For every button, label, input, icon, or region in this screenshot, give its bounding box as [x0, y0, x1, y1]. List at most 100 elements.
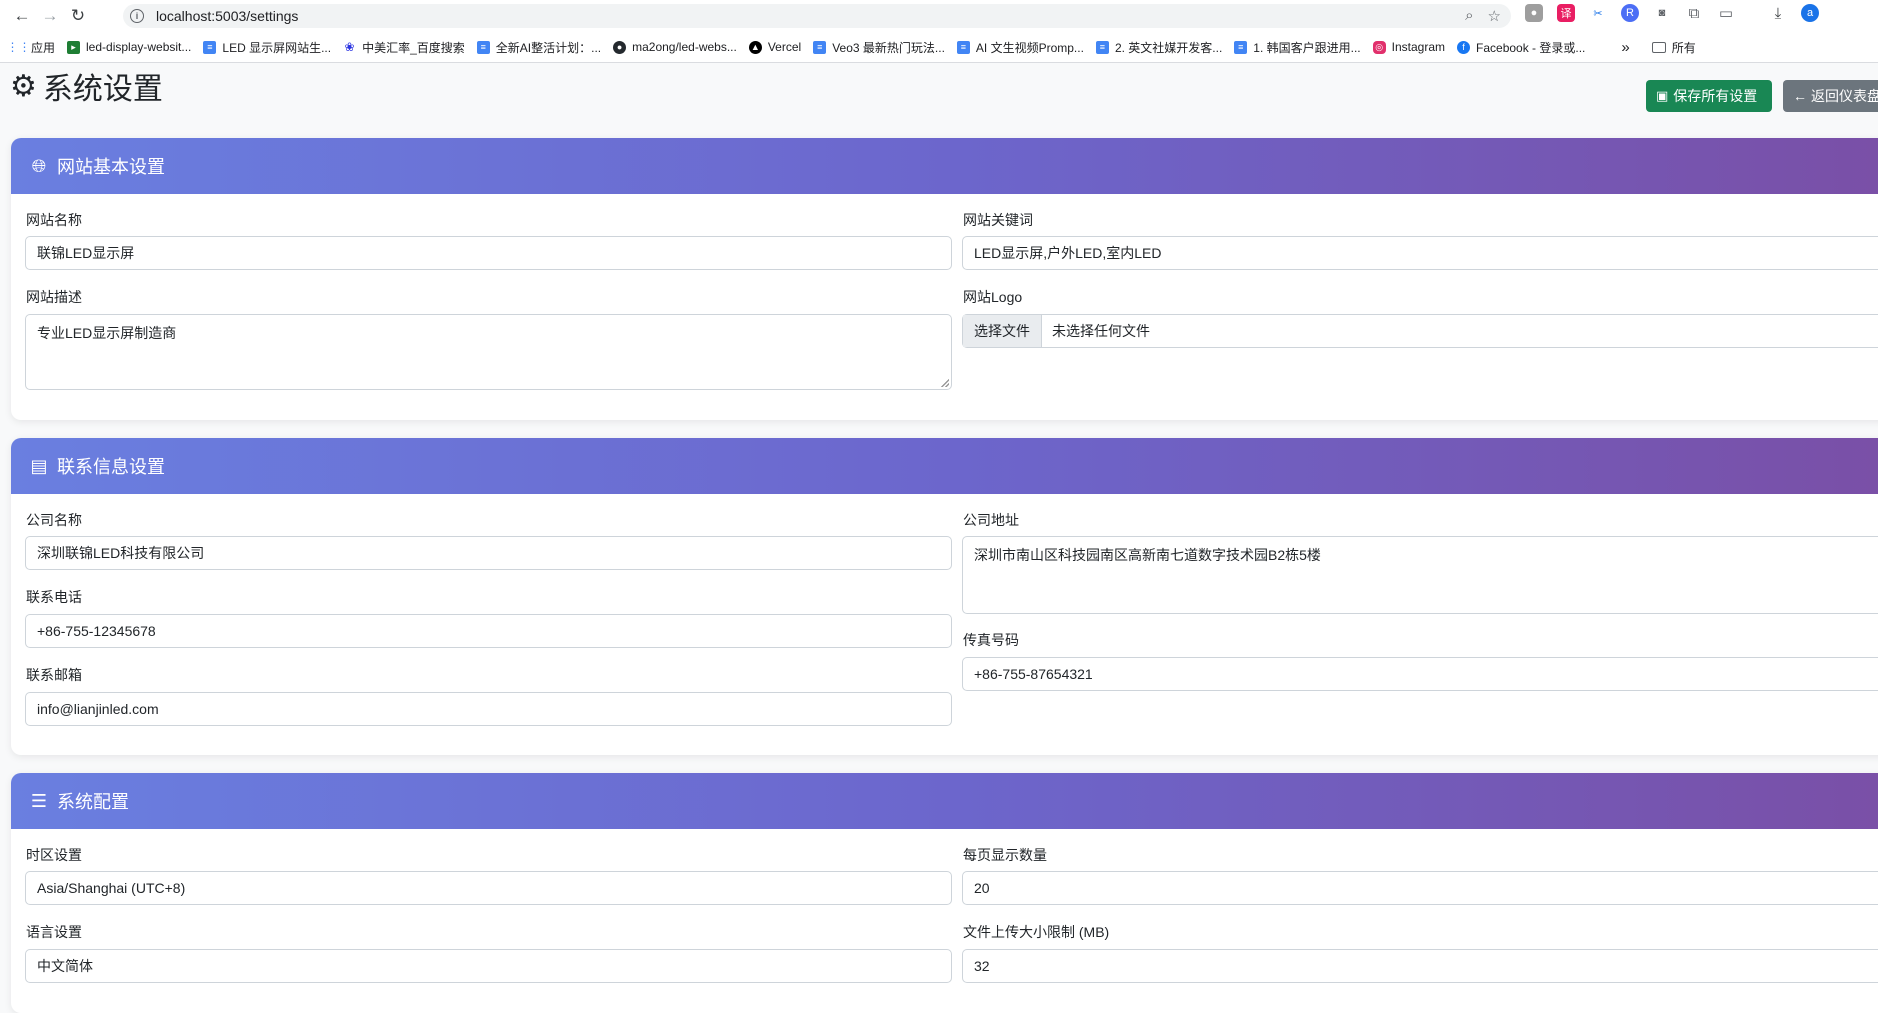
bookmark-item[interactable]: ≡ Veo3 最新热门玩法... [813, 39, 945, 56]
card-header: ▤ 联系信息设置 [11, 438, 1878, 494]
extension-icon[interactable]: ● [1525, 4, 1543, 22]
more-bookmarks-button[interactable]: » [1621, 39, 1629, 56]
address-book-icon: ▤ [30, 455, 48, 476]
site-info-icon[interactable]: i [130, 9, 144, 23]
bookmark-item[interactable]: ● ma2ong/led-webs... [613, 40, 737, 54]
doc-icon: ≡ [203, 40, 217, 54]
language-select[interactable]: 中文简体 [25, 949, 952, 983]
timezone-value: Asia/Shanghai (UTC+8) [37, 880, 186, 896]
more-bookmarks-label: » [1621, 38, 1630, 56]
profile-avatar[interactable]: a [1801, 4, 1819, 22]
language-label: 语言设置 [26, 924, 82, 940]
save-all-label: 保存所有设置 [1673, 88, 1758, 104]
globe-icon: 🌐︎ [31, 155, 47, 176]
r-extension-icon[interactable]: R [1621, 4, 1639, 22]
browser-toolbar: ← → ↻ i localhost:5003/settings ⌕ ☆ ● 译 … [0, 0, 1878, 32]
camera-extension-icon[interactable]: ◙ [1653, 4, 1671, 22]
address-textarea[interactable]: 深圳市南山区科技园南区高新南七道数字技术园B2栋5楼 [962, 536, 1878, 614]
fax-input[interactable]: +86-755-87654321 [962, 657, 1878, 691]
email-value: info@lianjinled.com [37, 701, 159, 717]
zoom-icon[interactable]: ⌕ [1465, 7, 1473, 25]
arrow-left-icon: ← [1793, 88, 1807, 104]
bookmark-label: Instagram [1391, 40, 1446, 54]
bookmark-label: 全新AI整活计划：... [495, 40, 602, 55]
site-name-input[interactable]: 联锦LED显示屏 [25, 236, 952, 270]
logo-label: 网站Logo [963, 289, 1023, 305]
bookmark-item[interactable]: ⋮⋮ 应用 [6, 39, 56, 56]
email-input[interactable]: info@lianjinled.com [25, 692, 952, 726]
card-header: ☰ 系统配置 [11, 773, 1878, 829]
reload-icon[interactable]: ↻ [64, 2, 92, 30]
bookmark-item[interactable]: ❀ 中美汇率_百度搜索 [343, 39, 465, 56]
per-page-input[interactable]: 20 [962, 871, 1878, 905]
gear-icon: ⚙ [10, 69, 37, 103]
bookmark-label: led-display-websit... [86, 40, 192, 54]
doc-icon: ≡ [1234, 40, 1248, 54]
contact-settings-card: ▤ 联系信息设置 公司名称 深圳联锦LED科技有限公司 公司地址 深圳市南山区科… [11, 438, 1878, 755]
timezone-select[interactable]: Asia/Shanghai (UTC+8) [25, 871, 952, 905]
bookmark-label: 1. 韩国客户跟进用... [1253, 40, 1361, 55]
save-icon: ▣ [1656, 88, 1669, 103]
puzzle-extensions-icon[interactable]: ⧉ [1685, 4, 1703, 22]
address-label: 公司地址 [963, 512, 1019, 528]
language-value: 中文简体 [37, 958, 93, 974]
file-status-text: 未选择任何文件 [1052, 323, 1150, 339]
fax-label: 传真号码 [963, 632, 1019, 648]
tab-search-icon[interactable]: ▭ [1717, 4, 1735, 22]
apps-grid-icon: ⋮⋮ [6, 40, 31, 54]
folder-icon [1651, 41, 1666, 53]
card-header: 🌐︎ 网站基本设置 [11, 138, 1878, 194]
bookmark-item[interactable]: ▸ led-display-websit... [67, 40, 191, 54]
bookmark-star-icon[interactable]: ☆ [1488, 7, 1501, 25]
bookmark-item[interactable]: ≡ 1. 韩国客户跟进用... [1234, 39, 1361, 56]
bookmark-label: 所有 [1671, 40, 1696, 55]
keywords-value: LED显示屏,户外LED,室内LED [974, 245, 1162, 261]
doc-icon: ≡ [956, 40, 970, 54]
bookmark-item[interactable]: ◎ Instagram [1372, 40, 1446, 54]
description-textarea[interactable]: 专业LED显示屏制造商 [25, 314, 952, 390]
bookmark-item[interactable]: ≡ 2. 英文社媒开发客... [1095, 39, 1222, 56]
phone-input[interactable]: +86-755-12345678 [25, 614, 952, 648]
bookmark-label: Veo3 最新热门玩法... [832, 40, 945, 55]
translate-extension-icon[interactable]: 译 [1557, 4, 1575, 22]
company-name-input[interactable]: 深圳联锦LED科技有限公司 [25, 536, 952, 570]
download-icon[interactable]: ⤓ [1769, 4, 1787, 22]
address-bar[interactable]: i localhost:5003/settings ⌕ ☆ [123, 4, 1511, 28]
doc-icon: ≡ [813, 40, 827, 54]
logo-file-input[interactable]: 选择文件 未选择任何文件 [962, 314, 1878, 348]
bookmark-label: ma2ong/led-webs... [632, 40, 737, 54]
page-header: ⚙ 系统设置 ▣ 保存所有设置 ← 返回仪表盘 [10, 62, 1878, 112]
save-all-button[interactable]: ▣ 保存所有设置 [1646, 80, 1772, 112]
bookmark-label: Facebook - 登录或... [1476, 40, 1586, 55]
email-label: 联系邮箱 [26, 667, 82, 683]
forward-arrow-icon[interactable]: → [36, 2, 64, 30]
url-text[interactable]: localhost:5003/settings [156, 8, 298, 24]
timezone-label: 时区设置 [26, 847, 82, 863]
back-arrow-icon[interactable]: ← [8, 2, 36, 30]
page-title: ⚙ 系统设置 [10, 64, 163, 108]
company-name-value: 深圳联锦LED科技有限公司 [37, 545, 205, 561]
bookmark-item[interactable]: ≡ LED 显示屏网站生... [203, 39, 331, 56]
bookmark-item[interactable]: ≡ 全新AI整活计划：... [476, 39, 602, 56]
extension-bar: ● 译 ✂ R ◙ ⧉ ▭ ⤓ a [1525, 4, 1819, 22]
doc-icon: ≡ [476, 40, 490, 54]
page-title-text: 系统设置 [42, 73, 163, 106]
resize-handle-icon[interactable] [941, 379, 949, 387]
scissors-extension-icon[interactable]: ✂ [1589, 4, 1607, 22]
server-icon: ☰ [30, 790, 48, 811]
keywords-input[interactable]: LED显示屏,户外LED,室内LED [962, 236, 1878, 270]
phone-label: 联系电话 [26, 589, 82, 605]
bookmark-item[interactable]: ▲ Vercel [748, 40, 801, 54]
terminal-icon: ▸ [67, 40, 81, 54]
back-to-dashboard-button[interactable]: ← 返回仪表盘 [1783, 80, 1878, 112]
fax-value: +86-755-87654321 [974, 666, 1093, 682]
all-bookmarks-folder[interactable]: 所有 [1651, 39, 1696, 56]
choose-file-button[interactable]: 选择文件 [963, 315, 1042, 347]
bookmark-item[interactable]: ≡ AI 文生视频Promp... [956, 39, 1084, 56]
card-title: 联系信息设置 [57, 457, 165, 477]
upload-limit-label: 文件上传大小限制 (MB) [963, 924, 1110, 940]
upload-limit-input[interactable]: 32 [962, 949, 1878, 983]
per-page-label: 每页显示数量 [963, 847, 1047, 863]
bookmark-item[interactable]: f Facebook - 登录或... [1457, 39, 1585, 56]
bookmark-label: LED 显示屏网站生... [222, 40, 332, 55]
